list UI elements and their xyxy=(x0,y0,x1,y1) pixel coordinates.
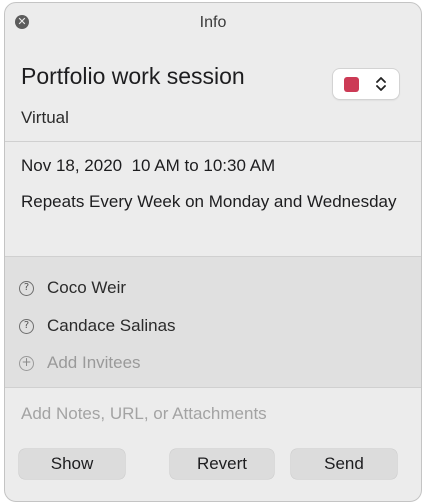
question-circle-icon: ? xyxy=(19,280,34,296)
invitee-row[interactable]: ? Coco Weir xyxy=(19,277,126,299)
notes-field[interactable]: Add Notes, URL, or Attachments xyxy=(21,404,267,424)
invitee-row[interactable]: ? Candace Salinas xyxy=(19,315,176,337)
event-date-time[interactable]: Nov 18, 2020 10 AM to 10:30 AM xyxy=(21,156,275,176)
send-button[interactable]: Send xyxy=(291,449,397,479)
show-button[interactable]: Show xyxy=(19,449,125,479)
titlebar: ✕ Info xyxy=(5,3,421,41)
color-swatch xyxy=(344,77,359,92)
invitee-name: Candace Salinas xyxy=(47,316,176,335)
divider xyxy=(5,387,421,388)
window-title: Info xyxy=(199,14,227,31)
calendar-color-picker[interactable] xyxy=(333,69,399,99)
plus-circle-icon: + xyxy=(19,355,34,371)
invitee-name: Coco Weir xyxy=(47,278,127,297)
divider xyxy=(5,256,421,257)
question-circle-icon: ? xyxy=(19,318,34,334)
event-info-popover: ✕ Info Portfolio work session Virtual No… xyxy=(4,2,422,502)
divider xyxy=(5,141,421,142)
event-title[interactable]: Portfolio work session xyxy=(21,63,245,90)
chevron-up-down-icon xyxy=(376,77,386,91)
add-invitees-label: Add Invitees xyxy=(47,353,141,372)
revert-button[interactable]: Revert xyxy=(170,449,274,479)
event-repeat[interactable]: Repeats Every Week on Monday and Wednesd… xyxy=(21,190,401,214)
invitees-section: ? Coco Weir ? Candace Salinas + Add Invi… xyxy=(5,256,421,388)
add-invitees-button[interactable]: + Add Invitees xyxy=(19,352,141,374)
event-location[interactable]: Virtual xyxy=(21,108,69,128)
